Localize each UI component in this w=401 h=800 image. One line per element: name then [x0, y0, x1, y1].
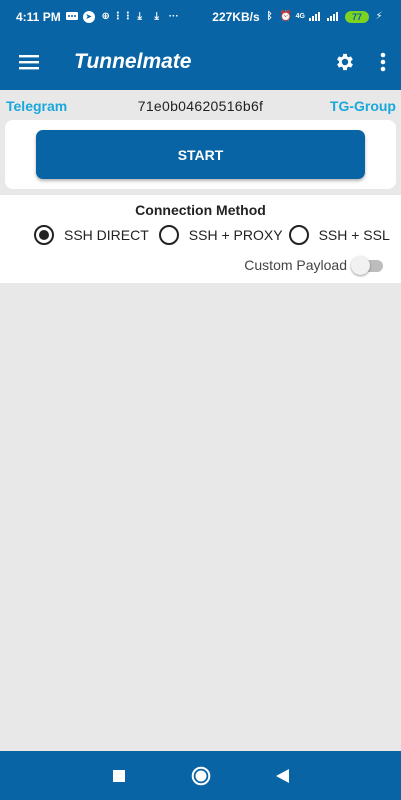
back-triangle-icon[interactable]	[242, 751, 324, 800]
more-dots-icon: ···	[168, 11, 179, 22]
charging-icon: ⚡	[375, 11, 383, 22]
radio-ssh-proxy[interactable]: SSH + PROXY	[158, 225, 283, 245]
custom-payload-label: Custom Payload	[244, 257, 347, 273]
message-icon	[65, 11, 78, 23]
home-circle-icon[interactable]	[160, 751, 242, 800]
connection-method-title: Connection Method	[135, 202, 266, 218]
radio-label: SSH + SSL	[318, 227, 390, 243]
alarm-icon: ⏰	[279, 11, 292, 22]
signal-icon	[327, 10, 341, 24]
battery-icon: 77	[345, 10, 369, 23]
system-nav-bar	[0, 751, 401, 800]
start-button[interactable]: START	[36, 130, 365, 179]
more-vertical-icon[interactable]	[365, 33, 401, 90]
browser-icon: ➤	[82, 10, 95, 23]
network-speed: 227KB/s	[212, 9, 260, 24]
custom-payload-toggle[interactable]	[351, 255, 385, 275]
connection-method-radio-group: SSH DIRECT SSH + PROXY SSH + SSL	[34, 223, 396, 247]
status-bar: 4:11 PM ➤ ⊕ ⋮⋮ ⤓ ⤓ ··· 227KB/s ᛒ ⏰ 4G 77…	[0, 0, 401, 33]
status-time: 4:11 PM	[16, 9, 61, 24]
radio-selected-icon[interactable]	[34, 225, 54, 245]
download-icon: ⤓	[137, 11, 142, 22]
radio-label: SSH DIRECT	[64, 227, 149, 243]
connection-method-panel: Connection Method SSH DIRECT SSH + PROXY…	[0, 195, 401, 283]
app-title: Tunnelmate	[74, 49, 192, 73]
download-icon: ⤓	[154, 11, 159, 22]
tg-group-link[interactable]: TG-Group	[330, 98, 396, 114]
gear-icon[interactable]	[325, 33, 365, 90]
info-row: 71e0b04620516b6f Telegram TG-Group	[0, 95, 401, 117]
custom-payload-row: Custom Payload	[244, 255, 385, 275]
plus-icon: ⊕	[101, 11, 110, 22]
status-right: 227KB/s ᛒ ⏰ 4G 77 ⚡	[212, 10, 385, 24]
signal-icon	[309, 10, 323, 24]
start-card: START	[5, 120, 396, 189]
app-bar: Tunnelmate	[0, 33, 401, 90]
radio-unselected-icon[interactable]	[158, 225, 179, 245]
radio-label: SSH + PROXY	[188, 227, 283, 243]
status-left: 4:11 PM ➤ ⊕ ⋮⋮ ⤓ ⤓ ···	[16, 10, 180, 24]
app-icon: ⋮⋮	[112, 11, 133, 22]
network-type: 4G	[295, 13, 305, 20]
radio-ssh-ssl[interactable]: SSH + SSL	[288, 225, 390, 245]
telegram-link[interactable]: Telegram	[6, 98, 67, 114]
hamburger-menu-icon[interactable]	[0, 33, 58, 90]
radio-ssh-direct[interactable]: SSH DIRECT	[34, 225, 149, 245]
recents-square-icon[interactable]	[78, 751, 160, 800]
toggle-thumb	[351, 256, 370, 275]
radio-unselected-icon[interactable]	[288, 225, 309, 245]
bluetooth-icon: ᛒ	[266, 11, 273, 22]
